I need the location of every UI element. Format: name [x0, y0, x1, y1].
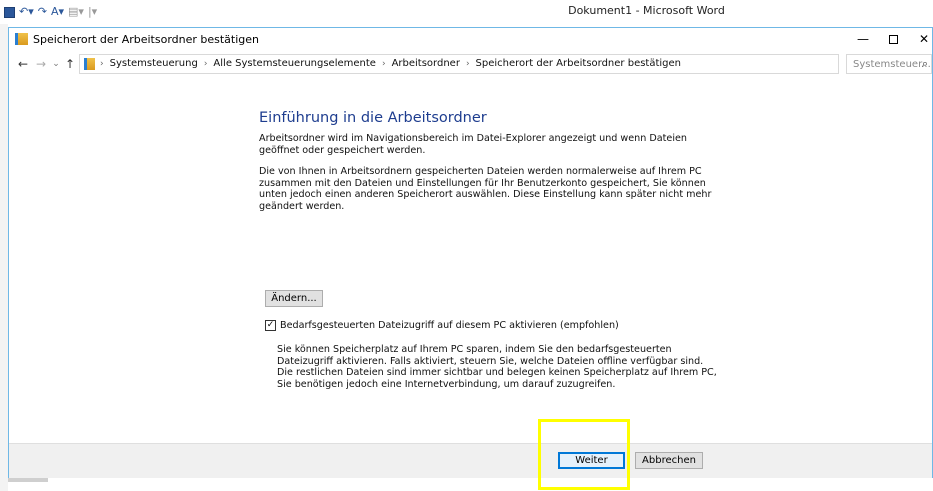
work-folders-window: Speicherort der Arbeitsordner bestätigen…	[8, 27, 933, 478]
search-input[interactable]: Systemsteuer... ⌕	[846, 54, 932, 74]
recent-locations-chevron-icon[interactable]: ⌄	[49, 55, 63, 73]
on-demand-access-row[interactable]: ✓ Bedarfsgesteuerten Dateizugriff auf di…	[265, 320, 619, 331]
search-placeholder: Systemsteuer...	[853, 59, 931, 70]
search-icon[interactable]: ⌕	[922, 57, 928, 71]
window-title: Speicherort der Arbeitsordner bestätigen	[33, 33, 260, 46]
navigation-bar: ← → ⌄ ↑ › Systemsteuerung › Alle Systems…	[9, 52, 932, 76]
minimize-button[interactable]: —	[849, 30, 877, 48]
maximize-button[interactable]	[879, 30, 907, 48]
back-arrow-icon[interactable]: ←	[16, 55, 30, 73]
breadcrumb-item-alle-elemente[interactable]: Alle Systemsteuerungselemente	[213, 58, 376, 69]
on-demand-description: Sie können Speicherplatz auf Ihrem PC sp…	[277, 344, 717, 390]
on-demand-access-checkbox[interactable]: ✓	[265, 320, 276, 331]
control-panel-icon	[15, 33, 28, 45]
storage-paragraph: Die von Ihnen in Arbeitsordnern gespeich…	[259, 166, 712, 212]
breadcrumb-separator-icon[interactable]: ›	[204, 59, 208, 69]
page-title: Einführung in die Arbeitsordner	[259, 110, 487, 126]
breadcrumb-separator-icon[interactable]: ›	[466, 59, 470, 69]
forward-arrow-icon[interactable]: →	[34, 55, 48, 73]
control-panel-icon	[84, 58, 95, 70]
word-title-bar: ↶▾ ↷ A▾ ▤▾ |▾ Dokument1 - Microsoft Word	[0, 0, 933, 24]
change-location-button[interactable]: Ändern...	[265, 290, 323, 307]
word-window-title: Dokument1 - Microsoft Word	[568, 4, 725, 17]
on-demand-access-label[interactable]: Bedarfsgesteuerten Dateizugriff auf dies…	[280, 320, 619, 331]
word-document-strip	[0, 24, 8, 491]
word-status-strip	[8, 478, 48, 482]
maximize-icon	[888, 35, 898, 44]
address-bar[interactable]: › Systemsteuerung › Alle Systemsteuerung…	[79, 54, 914, 74]
main-content: Einführung in die Arbeitsordner Arbeitso…	[9, 77, 932, 443]
breadcrumb-item-arbeitsordner[interactable]: Arbeitsordner	[392, 58, 460, 69]
close-button[interactable]: ✕	[910, 30, 933, 48]
breadcrumb-item-current[interactable]: Speicherort der Arbeitsordner bestätigen	[476, 58, 681, 69]
window-title-bar: Speicherort der Arbeitsordner bestätigen…	[9, 28, 932, 51]
breadcrumb-separator-icon: ›	[100, 58, 104, 69]
cancel-button[interactable]: Abbrechen	[635, 452, 703, 469]
breadcrumb-item-systemsteuerung[interactable]: Systemsteuerung	[110, 58, 198, 69]
up-arrow-icon[interactable]: ↑	[63, 55, 77, 73]
highlight-box	[538, 419, 630, 490]
dialog-footer: Weiter Abbrechen	[9, 443, 932, 478]
breadcrumb-separator-icon[interactable]: ›	[382, 59, 386, 69]
intro-paragraph: Arbeitsordner wird im Navigationsbereich…	[259, 133, 687, 156]
breadcrumb: › Systemsteuerung › Alle Systemsteuerung…	[100, 58, 681, 69]
